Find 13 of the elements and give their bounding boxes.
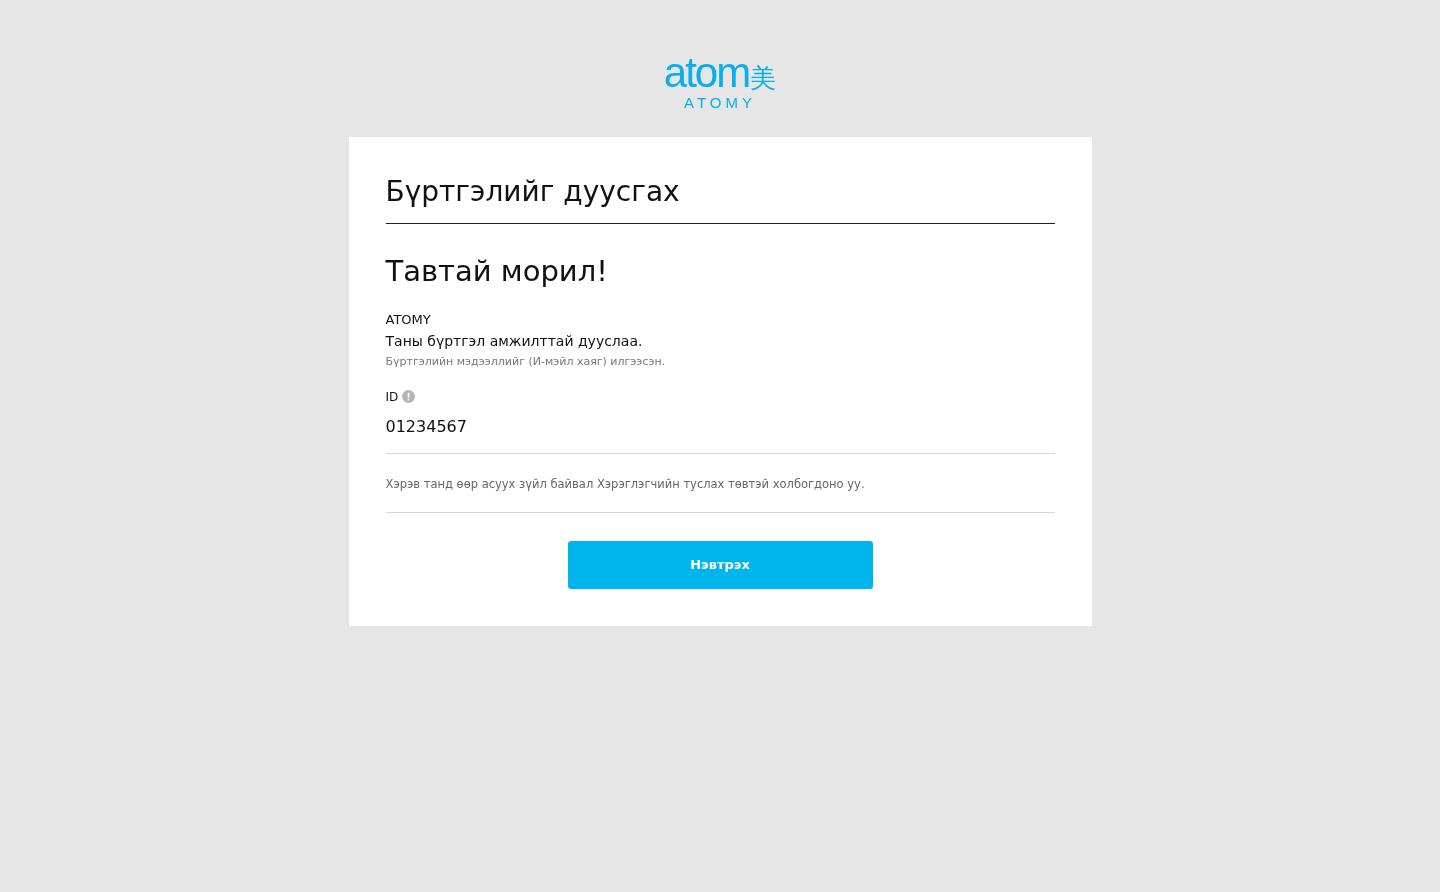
page-title: Бүртгэлийг дуусгах: [385, 175, 1055, 224]
id-value: 01234567: [385, 416, 1055, 454]
help-text: Хэрэв танд өөр асуух зүйл байвал Хэрэглэгчийн туслах төвтэй холбогдоно уу.: [385, 453, 1055, 513]
email-note: Бүртгэлийн мэдээллийг (И-мэйл хаяг) илгээсэн.: [385, 354, 667, 368]
logo-subtitle: ATOMY: [684, 94, 756, 111]
logo-wordmark: atom: [663, 52, 750, 94]
success-message: Таны бүртгэл амжилттай дууслаа.: [385, 331, 644, 351]
company-name: ATOMY: [385, 311, 432, 330]
info-icon[interactable]: [402, 390, 416, 404]
login-button[interactable]: Нэвтрэх: [567, 540, 873, 589]
logo-mark: 美: [750, 65, 777, 91]
id-label: ID: [385, 389, 399, 404]
welcome-heading: Тавтай морил!: [385, 253, 609, 289]
